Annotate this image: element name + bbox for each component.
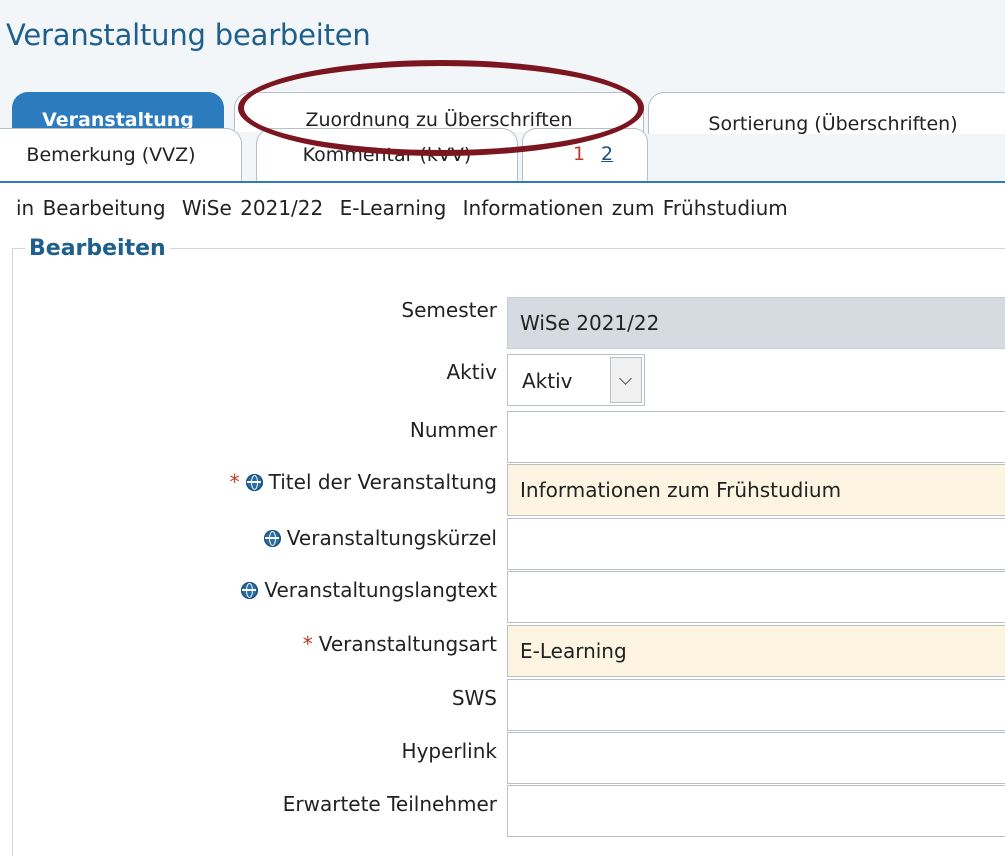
tab-label: Bemerkung (VVZ) — [26, 144, 196, 166]
aktiv-label-text: Aktiv — [446, 360, 498, 384]
status-state: in Bearbeitung — [16, 196, 166, 220]
globe-icon[interactable] — [245, 474, 263, 491]
section-legend: Bearbeiten — [29, 236, 166, 261]
required-marker: * — [229, 470, 240, 494]
globe-icon[interactable] — [263, 530, 281, 547]
art-field[interactable]: E-Learning — [507, 625, 1005, 677]
kuerzel-field[interactable] — [507, 518, 1005, 570]
required-marker: * — [302, 632, 313, 656]
status-type: E-Learning — [339, 196, 447, 220]
tab-sortierung-ueberschriften[interactable]: Sortierung (Überschriften) — [648, 92, 1005, 134]
nummer-label: Nummer — [410, 418, 497, 442]
sws-label-text: SWS — [451, 686, 497, 710]
nummer-field[interactable] — [507, 411, 1005, 463]
tab-page-2-link[interactable]: 2 — [601, 143, 613, 165]
tab-divider — [0, 181, 1005, 183]
titel-label-text: Titel der Veranstaltung — [268, 470, 497, 494]
chevron-down-icon[interactable] — [610, 357, 642, 403]
semester-label-text: Semester — [401, 298, 497, 322]
tab-page-switch: 1 2 — [522, 128, 648, 182]
art-label-text: Veranstaltungsart — [318, 632, 497, 656]
page-title: Veranstaltung bearbeiten — [6, 18, 371, 52]
art-label: * Veranstaltungsart — [303, 632, 497, 656]
titel-field[interactable]: Informationen zum Frühstudium — [507, 464, 1005, 516]
status-line: in Bearbeitung WiSe 2021/22 E-Learning I… — [16, 196, 796, 220]
langtext-label-text: Veranstaltungslangtext — [264, 578, 497, 602]
tab-kommentar-kvv[interactable]: Kommentar (kVV) — [256, 128, 518, 182]
globe-icon[interactable] — [241, 582, 259, 599]
status-semester: WiSe 2021/22 — [181, 196, 324, 220]
hyperlink-label-text: Hyperlink — [401, 739, 497, 763]
aktiv-select-value: Aktiv — [522, 369, 573, 393]
teilnehmer-field[interactable] — [507, 785, 1005, 837]
titel-label: * Titel der Veranstaltung — [230, 470, 497, 494]
nummer-label-text: Nummer — [409, 418, 497, 442]
semester-field: WiSe 2021/22 — [507, 297, 1005, 349]
kuerzel-label: Veranstaltungskürzel — [263, 526, 497, 550]
aktiv-select[interactable]: Aktiv — [507, 354, 645, 406]
semester-label: Semester — [401, 298, 497, 322]
langtext-field[interactable] — [507, 571, 1005, 623]
kuerzel-label-text: Veranstaltungskürzel — [286, 526, 497, 550]
teilnehmer-label: Erwartete Teilnehmer — [283, 792, 497, 816]
tab-veranstaltung[interactable]: Veranstaltung — [12, 92, 224, 132]
hyperlink-label: Hyperlink — [402, 739, 497, 763]
teilnehmer-label-text: Erwartete Teilnehmer — [282, 792, 497, 816]
sws-label: SWS — [452, 686, 497, 710]
tab-label: Kommentar (kVV) — [302, 144, 472, 166]
tab-page-current: 1 — [573, 143, 586, 165]
status-title: Informationen zum Frühstudium — [462, 196, 788, 220]
aktiv-label: Aktiv — [447, 360, 498, 384]
tab-label: Sortierung (Überschriften) — [708, 113, 958, 134]
langtext-label: Veranstaltungslangtext — [241, 578, 497, 602]
sws-field[interactable] — [507, 679, 1005, 731]
hyperlink-field[interactable] — [507, 732, 1005, 784]
tab-bemerkung-vvz[interactable]: Bemerkung (VVZ) — [0, 128, 242, 182]
tab-zuordnung-zu-ueberschriften[interactable]: Zuordnung zu Überschriften — [234, 92, 644, 132]
